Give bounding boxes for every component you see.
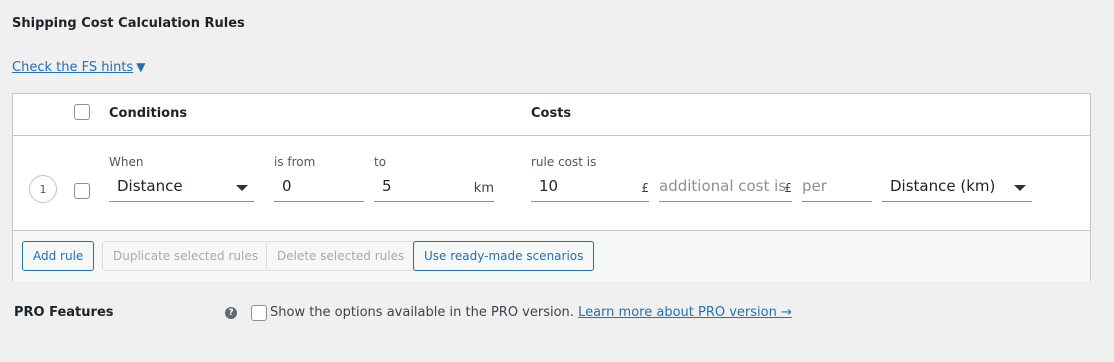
per-placeholder: per [802,177,827,195]
when-select[interactable]: Distance [109,174,254,202]
ready-made-scenarios-button[interactable]: Use ready-made scenarios [413,241,595,271]
rule-cost-input[interactable]: 10 £ [531,174,649,202]
rules-table-footer: Add rule Duplicate selected rules Delete… [13,230,1090,281]
chevron-down-icon [236,185,248,191]
to-unit: km [473,181,494,196]
triangle-down-icon: ▼ [136,60,146,74]
pro-options-checkbox[interactable] [251,305,267,321]
additional-cost-currency: £ [784,181,792,195]
fs-hints-link[interactable]: Check the FS hints ▼ [12,60,145,75]
fs-hints-link-label: Check the FS hints [12,60,134,75]
is-from-input[interactable]: 0 [274,174,364,202]
to-value: 5 [382,177,392,195]
rule-index: 1 [29,175,57,203]
rule-cost-value: 10 [539,177,559,195]
when-select-value: Distance [117,177,183,195]
rule-cost-currency: £ [641,181,649,195]
per-unit-select[interactable]: Distance (km) [882,174,1032,202]
rule-row-checkbox[interactable] [74,183,90,199]
pro-options-text: Show the options available in the PRO ve… [270,305,792,320]
per-unit-value: Distance (km) [890,177,996,195]
additional-cost-placeholder: additional cost is [659,177,787,195]
pro-options-label: Show the options available in the PRO ve… [270,305,574,320]
pro-features-label: PRO Features [14,305,114,320]
rule-row: 1 When Distance is from 0 to 5 km rule c… [13,135,1090,230]
is-from-value: 0 [282,177,292,195]
is-from-label: is from [274,155,316,169]
select-all-checkbox[interactable] [74,104,90,120]
conditions-header: Conditions [109,106,188,121]
section-title: Shipping Cost Calculation Rules [12,16,245,31]
rules-table: Conditions Costs 1 When Distance is from… [12,93,1091,281]
to-input[interactable]: 5 km [374,174,494,202]
chevron-down-icon [1014,185,1026,191]
per-input[interactable]: per [802,174,872,202]
delete-rules-button[interactable]: Delete selected rules [266,241,416,271]
add-rule-button[interactable]: Add rule [22,241,95,271]
when-label: When [109,155,144,169]
duplicate-rules-button[interactable]: Duplicate selected rules [102,241,269,271]
learn-more-pro-link[interactable]: Learn more about PRO version → [578,305,792,320]
additional-cost-input[interactable]: additional cost is £ [659,174,792,202]
to-label: to [374,155,387,169]
rule-cost-label: rule cost is [531,155,597,169]
rules-table-header: Conditions Costs [13,94,1090,136]
costs-header: Costs [531,106,572,121]
question-circle-icon[interactable]: ? [225,307,237,319]
